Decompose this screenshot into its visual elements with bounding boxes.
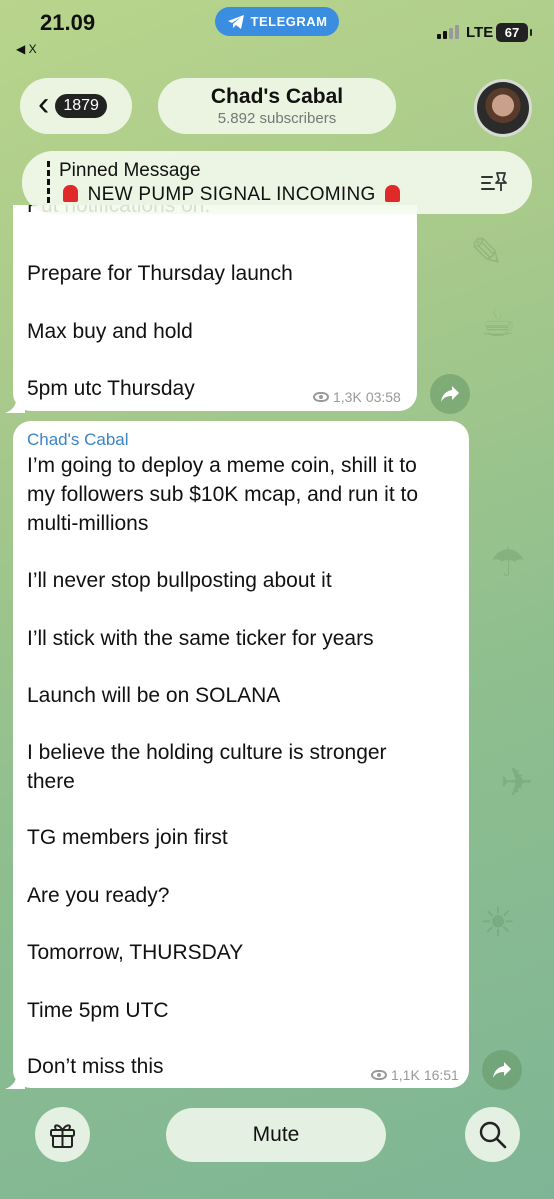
message-line: Time 5pm UTC	[27, 999, 169, 1022]
channel-header[interactable]: Chad's Cabal 5.892 subscribers	[158, 78, 396, 134]
message-time: 16:51	[423, 1067, 459, 1083]
message-line: Prepare for Thursday launch	[27, 262, 293, 285]
message-time: 03:58	[365, 389, 401, 405]
channel-avatar[interactable]	[474, 79, 532, 137]
share-arrow-icon	[493, 1062, 511, 1078]
gift-button[interactable]	[35, 1107, 90, 1162]
search-button[interactable]	[465, 1107, 520, 1162]
views-eye-icon	[371, 1070, 387, 1080]
message-meta: 1,1K 16:51	[371, 1067, 459, 1083]
background-doodle-icon: ☕	[480, 301, 516, 345]
message-line: Are you ready?	[27, 884, 170, 907]
search-icon	[479, 1121, 507, 1149]
message-line: I’ll stick with the same ticker for year…	[27, 627, 374, 650]
share-button[interactable]	[430, 374, 470, 414]
message-line: there	[27, 770, 75, 793]
message-sender: Chad's Cabal	[27, 430, 129, 449]
chevron-left-icon: ‹	[38, 85, 50, 123]
bubble-tail-icon	[5, 395, 25, 413]
mute-button[interactable]: Mute	[166, 1108, 386, 1162]
pinned-text: NEW PUMP SIGNAL INCOMING	[87, 184, 376, 205]
message-line: multi-millions	[27, 512, 149, 535]
battery-icon: 67	[496, 23, 532, 42]
message-line: I believe the holding culture is stronge…	[27, 741, 387, 764]
message-bubble[interactable]: Put notifications on. Prepare for Thursd…	[13, 205, 417, 411]
message-meta: 1,3K 03:58	[313, 389, 401, 405]
channel-title: Chad's Cabal	[210, 85, 344, 108]
telegram-icon	[227, 14, 244, 29]
pinned-text-row: NEW PUMP SIGNAL INCOMING	[59, 184, 404, 206]
message-line: TG members join first	[27, 826, 228, 849]
siren-icon	[385, 185, 401, 202]
subscriber-count: 5.892 subscribers	[217, 110, 337, 127]
view-count: 1,3K	[333, 389, 362, 405]
pinned-list-icon[interactable]	[480, 169, 508, 195]
view-count: 1,1K	[391, 1067, 420, 1083]
pinned-title: Pinned Message	[59, 160, 201, 181]
share-button[interactable]	[482, 1050, 522, 1090]
status-bar: 21.09 ◀ X TELEGRAM LTE 67	[0, 0, 554, 60]
message-line: Max buy and hold	[27, 320, 193, 343]
views-eye-icon	[313, 392, 329, 402]
message-line: my followers sub $10K mcap, and run it t…	[27, 483, 419, 506]
pinned-message-bar[interactable]: Pinned Message NEW PUMP SIGNAL INCOMING	[22, 151, 532, 214]
bubble-tail-icon	[5, 1071, 25, 1089]
message-line: Launch will be on SOLANA	[27, 684, 281, 707]
pinned-indicator	[47, 161, 50, 205]
background-doodle-icon: ☂	[490, 541, 526, 585]
share-arrow-icon	[441, 386, 459, 402]
telegram-pill-label: TELEGRAM	[250, 14, 328, 29]
back-to-app-link[interactable]: ◀ X	[16, 42, 37, 56]
message-line: Tomorrow, THURSDAY	[27, 941, 244, 964]
cellular-signal-icon	[437, 25, 459, 39]
background-doodle-icon: ☀	[480, 901, 516, 945]
status-time: 21.09	[40, 10, 96, 35]
telegram-return-pill[interactable]: TELEGRAM	[215, 7, 339, 36]
network-type: LTE	[466, 24, 494, 41]
message-line: 5pm utc Thursday	[27, 377, 195, 400]
unread-count-badge: 1879	[55, 94, 107, 118]
message-bubble[interactable]: Chad's Cabal I’m going to deploy a meme …	[13, 421, 469, 1088]
background-doodle-icon: ✎	[470, 231, 504, 275]
gift-icon	[50, 1124, 75, 1148]
message-line: I’m going to deploy a meme coin, shill i…	[27, 454, 417, 477]
message-line: I’ll never stop bullposting about it	[27, 569, 332, 592]
back-button[interactable]: ‹ 1879	[20, 78, 132, 134]
siren-icon	[63, 185, 78, 202]
message-line: Don’t miss this	[27, 1055, 164, 1078]
background-doodle-icon: ✈	[500, 761, 534, 805]
